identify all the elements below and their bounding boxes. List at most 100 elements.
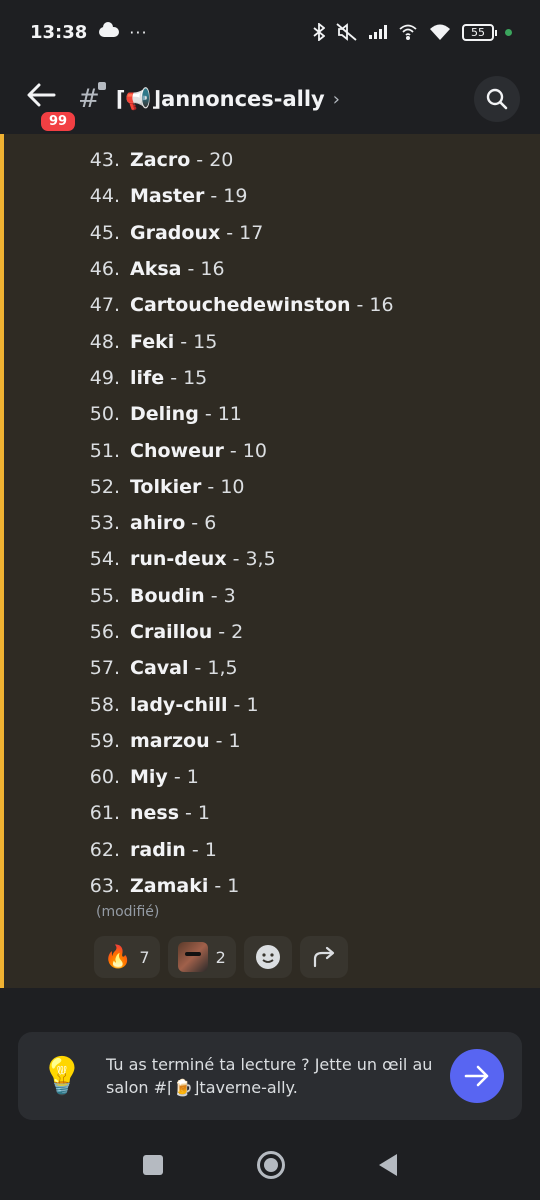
reactions-bar: 🔥 7 2 xyxy=(94,936,348,978)
member-name: Gradoux xyxy=(130,221,221,244)
rank-number: 59. xyxy=(89,729,120,752)
unread-badge: 99 xyxy=(38,109,79,134)
member-name: life xyxy=(130,366,165,389)
system-back-icon[interactable] xyxy=(379,1154,397,1176)
channel-header: 99 # ⌈📢⌋annonces-ally › xyxy=(0,64,540,134)
member-name: marzou xyxy=(130,729,210,752)
member-score: - 1 xyxy=(185,802,211,825)
rank-number: 44. xyxy=(89,185,120,208)
rank-number: 52. xyxy=(89,475,120,498)
go-next-channel-button[interactable] xyxy=(450,1049,504,1103)
rank-number: 48. xyxy=(89,330,120,353)
ranking-row: 43. Zacro - 20 xyxy=(4,142,540,178)
arrow-right-icon xyxy=(464,1065,489,1087)
member-name: radin xyxy=(130,838,186,861)
next-channel-card: 💡 Tu as terminé ta lecture ? Jette un œi… xyxy=(18,1032,522,1120)
avatar-emoji xyxy=(177,942,208,972)
rank-number: 56. xyxy=(89,621,120,643)
announcement-message[interactable]: 43. Zacro - 20 44. Master - 19 45. Gradoux - 17 4… xyxy=(0,134,540,988)
rank-number: 46. xyxy=(89,258,120,281)
member-score: - 15 xyxy=(180,330,218,353)
ranking-row: 56. Craillou - 2 xyxy=(4,614,540,650)
rank-number: 55. xyxy=(89,584,120,607)
add-reaction-button[interactable] xyxy=(243,936,292,978)
rank-number: 43. xyxy=(89,149,120,172)
member-name: Deling xyxy=(130,403,199,426)
ranking-row: 50. Deling - 11 xyxy=(4,396,540,432)
rank-number: 61. xyxy=(89,802,120,825)
lock-icon xyxy=(97,82,106,90)
channel-hash-icon: # xyxy=(78,82,106,114)
member-score: - 3 xyxy=(210,584,236,607)
ranking-row: 46. Aksa - 16 xyxy=(4,251,540,287)
smiley-icon xyxy=(255,945,280,969)
rank-number: 54. xyxy=(89,548,120,571)
rank-number: 60. xyxy=(89,766,120,789)
mute-icon xyxy=(336,23,357,41)
member-score: - 1 xyxy=(214,875,240,898)
privacy-indicator xyxy=(505,28,512,36)
rank-number: 49. xyxy=(89,366,120,389)
ranking-row: 44. Master - 19 xyxy=(4,178,540,214)
member-name: Boudin xyxy=(130,584,205,607)
home-icon[interactable] xyxy=(257,1151,285,1179)
rank-number: 62. xyxy=(89,838,120,861)
member-name: Master xyxy=(130,185,205,208)
ranking-row: 45. Gradoux - 17 xyxy=(4,215,540,251)
rank-number: 58. xyxy=(89,693,120,716)
ranking-row: 59. marzou - 1 xyxy=(4,723,540,759)
battery-icon: 55 xyxy=(462,23,497,41)
member-name: run-deux xyxy=(130,548,227,571)
member-name: Caval xyxy=(130,657,189,680)
reaction-count: 7 xyxy=(139,947,150,967)
member-score: - 1 xyxy=(215,729,241,752)
member-score: - 1 xyxy=(173,766,199,789)
member-name: Feki xyxy=(130,330,175,353)
member-score: - 6 xyxy=(191,512,217,535)
ranking-row: 63. Zamaki - 1 xyxy=(4,868,540,904)
member-name: Craillou xyxy=(130,621,213,643)
ranking-list: 43. Zacro - 20 44. Master - 19 45. Gradoux - 17 4… xyxy=(4,142,540,904)
member-name: Zamaki xyxy=(130,875,209,898)
ranking-row: 51. Choweur - 10 xyxy=(4,432,540,468)
rank-number: 53. xyxy=(89,512,120,535)
ranking-row: 52. Tolkier - 10 xyxy=(4,469,540,505)
bluetooth-icon xyxy=(313,23,325,41)
wifi-icon xyxy=(430,24,450,40)
next-channel-text: Tu as terminé ta lecture ? Jette un œil … xyxy=(106,1055,433,1097)
rank-number: 47. xyxy=(89,294,120,317)
member-score: - 10 xyxy=(229,439,267,462)
reaction-count: 2 xyxy=(215,947,226,967)
member-name: Aksa xyxy=(130,258,182,281)
member-score: - 20 xyxy=(196,149,234,172)
chevron-right-icon[interactable]: › xyxy=(333,89,340,110)
channel-title[interactable]: ⌈📢⌋annonces-ally xyxy=(116,87,325,112)
reaction-avatar[interactable]: 2 xyxy=(167,936,236,978)
member-name: ness xyxy=(130,802,180,825)
ranking-row: 48. Feki - 15 xyxy=(4,323,540,359)
forward-icon xyxy=(313,946,334,968)
reaction-fire[interactable]: 🔥 7 xyxy=(94,936,160,978)
ranking-row: 49. life - 15 xyxy=(4,360,540,396)
member-name: Zacro xyxy=(130,149,191,172)
member-name: Tolkier xyxy=(130,475,202,498)
member-score: - 16 xyxy=(356,294,394,317)
lightbulb-icon: 💡 xyxy=(39,1056,85,1097)
member-name: Miy xyxy=(130,766,168,789)
recents-icon[interactable] xyxy=(143,1155,163,1175)
ranking-row: 60. Miy - 1 xyxy=(4,759,540,795)
member-score: - 10 xyxy=(207,475,245,498)
ranking-row: 47. Cartouchedewinston - 16 xyxy=(4,287,540,323)
fire-emoji: 🔥 xyxy=(104,944,132,970)
discord-screen: 13:38 ··· 55 99 # ⌈📢⌋annonces-ally › 43.… xyxy=(0,0,540,1200)
hotspot-icon xyxy=(399,24,417,40)
system-nav-bar xyxy=(0,1130,540,1200)
member-score: - 1 xyxy=(233,693,259,716)
back-button[interactable]: 99 xyxy=(24,79,79,134)
forward-button[interactable] xyxy=(299,936,348,978)
rank-number: 45. xyxy=(89,221,120,244)
ranking-row: 57. Caval - 1,5 xyxy=(4,650,540,686)
member-score: - 1 xyxy=(191,838,217,861)
rank-number: 63. xyxy=(89,875,120,898)
search-button[interactable] xyxy=(474,76,520,122)
